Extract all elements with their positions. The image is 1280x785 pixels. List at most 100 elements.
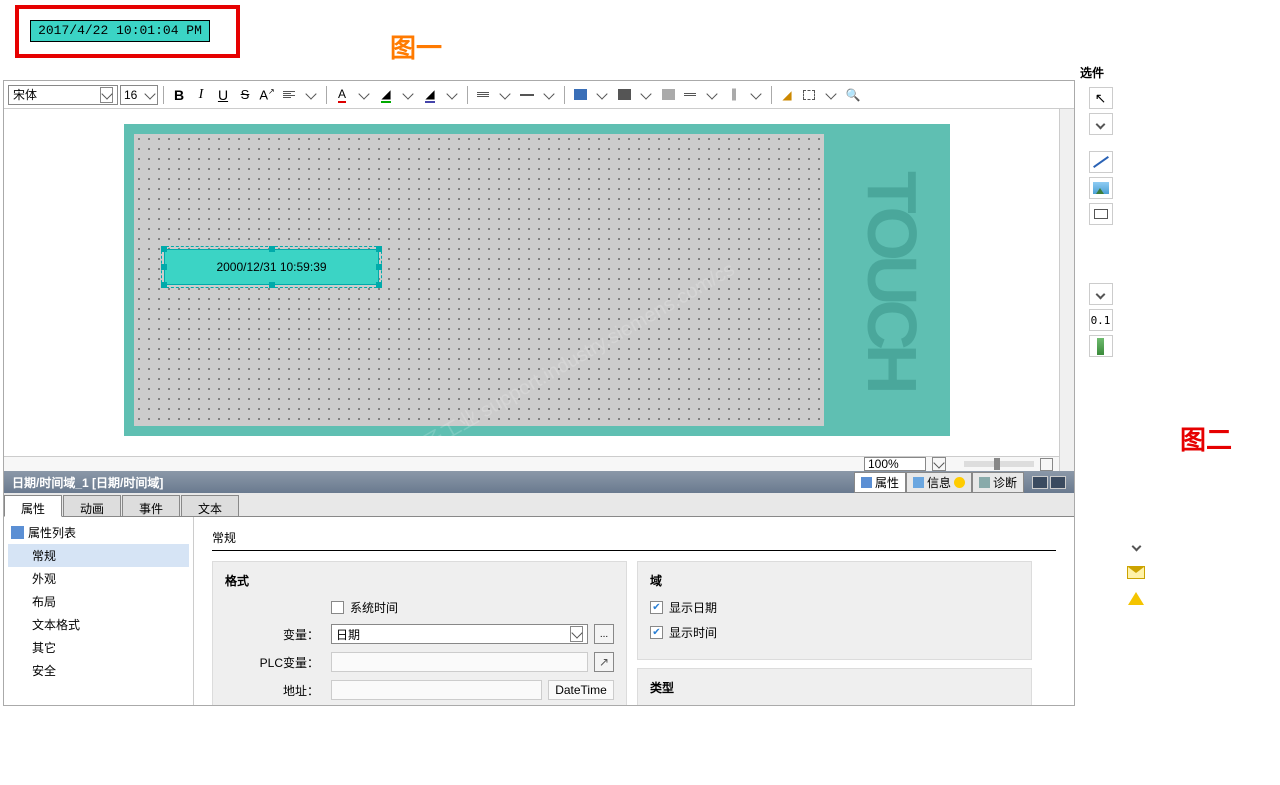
line-weight-button[interactable] bbox=[517, 85, 537, 105]
distribute-dropdown[interactable] bbox=[702, 85, 722, 105]
canvas-scrollbar-vertical[interactable] bbox=[1059, 109, 1074, 471]
tree-item-general[interactable]: 常规 bbox=[8, 544, 189, 567]
watermark: 找答案 西门子工业 support.industry.siemens.com/c… bbox=[328, 257, 740, 471]
zoom-select[interactable]: 100% bbox=[864, 457, 926, 471]
align-left-button[interactable] bbox=[279, 85, 299, 105]
input-plc-variable bbox=[331, 652, 588, 672]
font-family-select[interactable]: 宋体 bbox=[8, 85, 118, 105]
separator bbox=[163, 86, 164, 104]
figure-1-label: 图一 bbox=[390, 28, 442, 65]
tree-item-appearance[interactable]: 外观 bbox=[8, 567, 189, 590]
distribute-v-button[interactable] bbox=[724, 85, 744, 105]
tab-events[interactable]: 事件 bbox=[122, 495, 180, 516]
panel-type-title: 类型 bbox=[650, 679, 1019, 696]
distribute-h-button[interactable] bbox=[680, 85, 700, 105]
line-style-button[interactable] bbox=[473, 85, 493, 105]
address-type: DateTime bbox=[548, 680, 614, 700]
line-color-button[interactable]: ◢ bbox=[420, 85, 440, 105]
line-color-dropdown[interactable] bbox=[442, 85, 462, 105]
bold-button[interactable]: B bbox=[169, 85, 189, 105]
taskbar-expand-icon[interactable] bbox=[1124, 535, 1148, 557]
line-weight-dropdown[interactable] bbox=[539, 85, 559, 105]
distribute-v-dropdown[interactable] bbox=[746, 85, 766, 105]
panel-domain-title: 域 bbox=[650, 572, 1019, 589]
property-tree: 属性列表 常规 外观 布局 文本格式 其它 安全 bbox=[4, 517, 194, 705]
underline-button[interactable]: U bbox=[213, 85, 233, 105]
editor-window: 宋体 16 B I U S A↗ A ◢ ◢ ◢ 🔍 bbox=[3, 80, 1075, 706]
panel-domain: 域 显示日期 显示时间 bbox=[637, 561, 1032, 660]
line-style-dropdown[interactable] bbox=[495, 85, 515, 105]
send-back-button[interactable] bbox=[614, 85, 634, 105]
separator bbox=[771, 86, 772, 104]
separator bbox=[467, 86, 468, 104]
font-color-dropdown[interactable] bbox=[354, 85, 374, 105]
tool-image[interactable] bbox=[1089, 177, 1113, 199]
inspector-window-button-2[interactable] bbox=[1050, 476, 1066, 489]
inspector-tab-info[interactable]: 信息 bbox=[906, 472, 972, 493]
button-plc-goto[interactable]: ↗ bbox=[594, 652, 614, 672]
label-variable: 变量： bbox=[225, 626, 325, 643]
button-variable-browse[interactable]: ... bbox=[594, 624, 614, 644]
zoom-slider[interactable] bbox=[964, 461, 1034, 467]
inspector-tabstrip: 属性 动画 事件 文本 bbox=[4, 493, 1074, 517]
label-plc-variable: PLC变量： bbox=[225, 654, 325, 671]
highlight-button[interactable]: ◢ bbox=[777, 85, 797, 105]
checkbox-system-time[interactable] bbox=[331, 601, 344, 614]
text-effect-button[interactable]: A↗ bbox=[257, 85, 277, 105]
inspector-window-button-1[interactable] bbox=[1032, 476, 1048, 489]
align-dropdown[interactable] bbox=[301, 85, 321, 105]
notification-mail-icon[interactable] bbox=[1124, 561, 1148, 583]
align-obj-button[interactable] bbox=[658, 85, 678, 105]
tab-properties[interactable]: 属性 bbox=[4, 495, 62, 517]
strike-button[interactable]: S bbox=[235, 85, 255, 105]
tool-rectangle[interactable] bbox=[1089, 203, 1113, 225]
label-address: 地址： bbox=[225, 682, 325, 699]
hmi-grid-area[interactable]: 2000/12/31 10:59:39 找答案 西门子工业 support.in… bbox=[134, 134, 824, 426]
label-show-time: 显示时间 bbox=[669, 624, 717, 641]
font-family-value: 宋体 bbox=[13, 86, 37, 103]
font-color-button[interactable]: A bbox=[332, 85, 352, 105]
fill-color-dropdown[interactable] bbox=[398, 85, 418, 105]
checkbox-show-date[interactable] bbox=[650, 601, 663, 614]
tool-expand-2-icon[interactable] bbox=[1089, 283, 1113, 305]
inspector-panel: 日期/时间域_1 [日期/时间域] 属性 信息 诊断 属性 动画 事件 文本 bbox=[4, 471, 1074, 705]
order-dropdown[interactable] bbox=[592, 85, 612, 105]
property-tree-header: 属性列表 bbox=[8, 521, 189, 544]
italic-button[interactable]: I bbox=[191, 85, 211, 105]
design-canvas[interactable]: 2000/12/31 10:59:39 找答案 西门子工业 support.in… bbox=[4, 109, 1074, 471]
group-button[interactable] bbox=[799, 85, 819, 105]
tool-io-field[interactable]: 0.1 bbox=[1089, 309, 1113, 331]
datetime-field-text: 2000/12/31 10:59:39 bbox=[216, 260, 326, 274]
group-dropdown[interactable] bbox=[821, 85, 841, 105]
inspector-tab-properties[interactable]: 属性 bbox=[854, 472, 906, 493]
separator bbox=[564, 86, 565, 104]
tree-item-security[interactable]: 安全 bbox=[8, 659, 189, 682]
fill-color-button[interactable]: ◢ bbox=[376, 85, 396, 105]
tool-bar[interactable] bbox=[1089, 335, 1113, 357]
zoom-dropdown[interactable] bbox=[932, 457, 946, 471]
datetime-field-widget[interactable]: 2000/12/31 10:59:39 bbox=[164, 249, 379, 285]
inspector-tab-diagnostics[interactable]: 诊断 bbox=[972, 472, 1024, 493]
canvas-footer: 100% bbox=[4, 456, 1059, 471]
tool-pointer[interactable]: ↖ bbox=[1089, 87, 1113, 109]
tree-item-misc[interactable]: 其它 bbox=[8, 636, 189, 659]
hmi-touch-label: TOUCH bbox=[842, 134, 942, 426]
tool-line[interactable] bbox=[1089, 151, 1113, 173]
taskbar-panel bbox=[1125, 95, 1147, 705]
toolbox-header: 选件 bbox=[1078, 62, 1123, 83]
font-size-select[interactable]: 16 bbox=[120, 85, 158, 105]
tab-animation[interactable]: 动画 bbox=[63, 495, 121, 516]
tree-item-layout[interactable]: 布局 bbox=[8, 590, 189, 613]
bring-front-button[interactable] bbox=[570, 85, 590, 105]
notification-warning-icon[interactable] bbox=[1124, 587, 1148, 609]
zoom-fit-button[interactable]: 🔍 bbox=[843, 85, 863, 105]
order-dropdown-2[interactable] bbox=[636, 85, 656, 105]
input-variable[interactable]: 日期 bbox=[331, 624, 588, 644]
figure-2-label: 图二 bbox=[1180, 420, 1232, 457]
inspector-title-text: 日期/时间域_1 [日期/时间域] bbox=[12, 474, 163, 491]
checkbox-show-time[interactable] bbox=[650, 626, 663, 639]
tool-expand-icon[interactable] bbox=[1089, 113, 1113, 135]
tab-text[interactable]: 文本 bbox=[181, 495, 239, 516]
tree-item-textformat[interactable]: 文本格式 bbox=[8, 613, 189, 636]
zoom-fit-button[interactable] bbox=[1040, 458, 1053, 471]
